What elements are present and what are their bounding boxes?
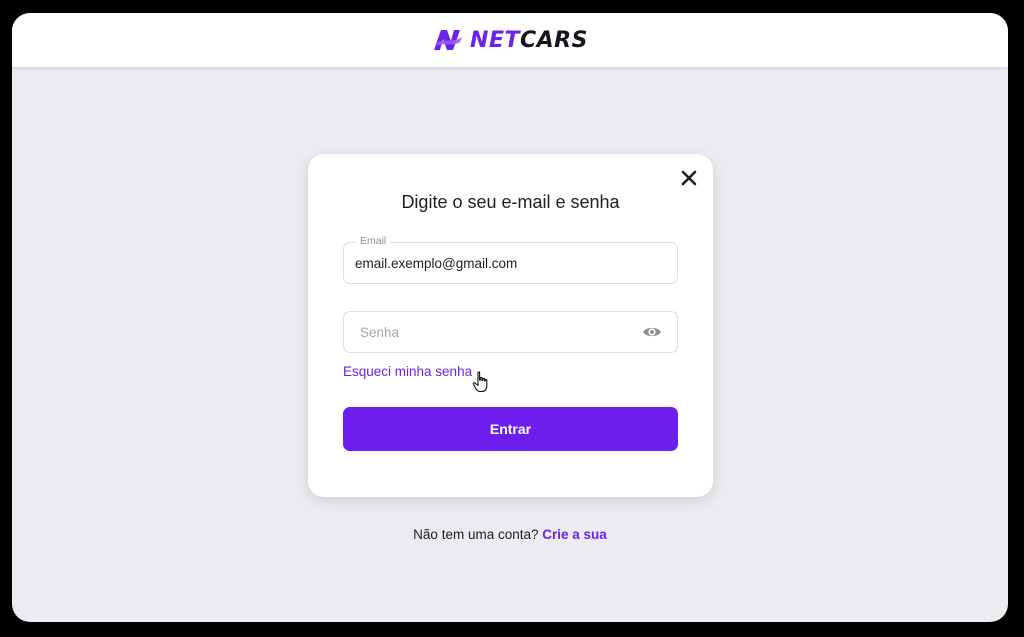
netcars-logo-icon xyxy=(434,30,463,50)
app-window: NETCARS Digite o seu e-mail e senha Emai… xyxy=(12,13,1008,622)
top-header: NETCARS xyxy=(12,13,1008,67)
brand-name-net: NET xyxy=(470,27,520,53)
signup-link[interactable]: Crie a sua xyxy=(542,527,607,542)
close-button[interactable] xyxy=(677,166,701,190)
eye-icon[interactable] xyxy=(642,323,662,341)
signup-prompt: Não tem uma conta? Crie a sua xyxy=(12,527,1008,542)
login-modal: Digite o seu e-mail e senha Email Esquec… xyxy=(308,154,713,497)
password-input[interactable] xyxy=(360,312,640,352)
brand-name: NETCARS xyxy=(470,28,588,53)
forgot-password-link[interactable]: Esqueci minha senha xyxy=(343,364,472,379)
signup-text: Não tem uma conta? xyxy=(413,527,539,542)
login-button[interactable]: Entrar xyxy=(343,407,678,451)
modal-title: Digite o seu e-mail e senha xyxy=(401,192,620,212)
password-field xyxy=(343,311,678,353)
email-field: Email xyxy=(343,235,678,284)
email-input[interactable] xyxy=(355,243,635,283)
close-icon xyxy=(681,170,697,186)
brand-name-cars: CARS xyxy=(519,27,588,53)
hand-pointer-cursor-icon xyxy=(472,371,488,393)
brand-logo[interactable]: NETCARS xyxy=(432,28,588,53)
